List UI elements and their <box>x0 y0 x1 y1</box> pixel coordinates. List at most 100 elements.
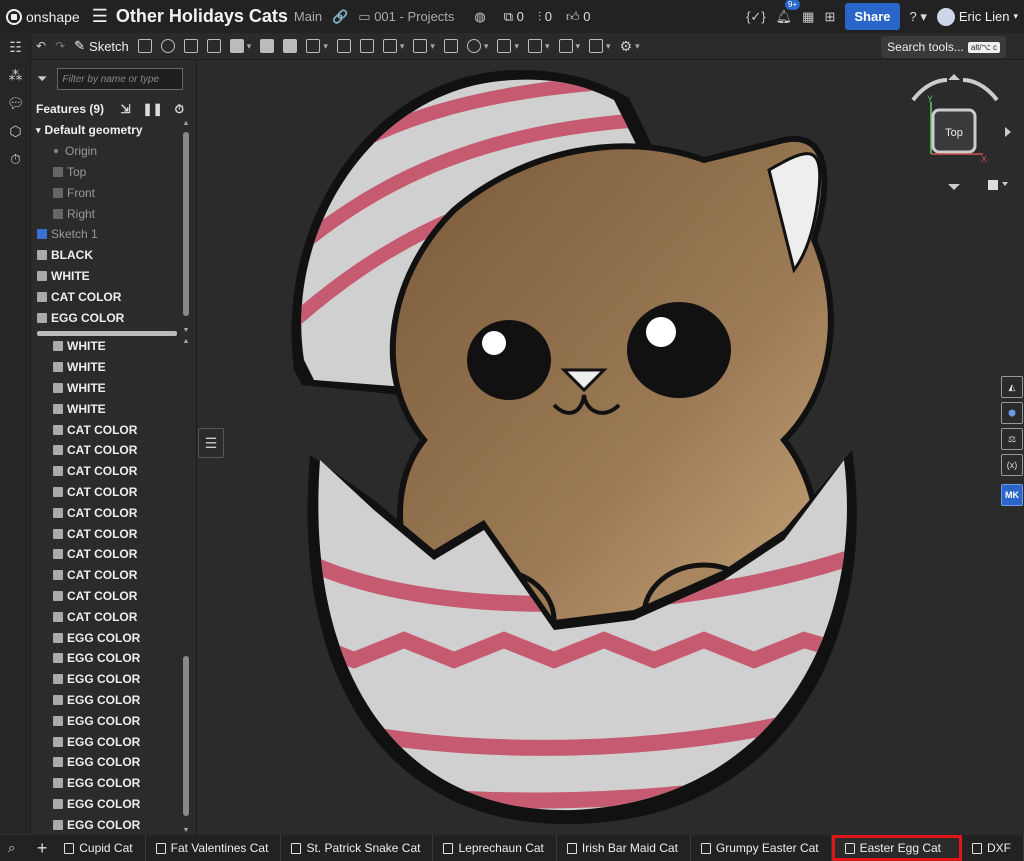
scroll-thumb[interactable] <box>183 132 189 316</box>
branch-label[interactable]: Main <box>294 9 322 24</box>
chevron-down-icon[interactable]: ▾ <box>545 41 550 52</box>
variable-icon[interactable] <box>589 39 604 53</box>
parts-icon[interactable]: ⬡ <box>0 117 31 145</box>
insert-icon[interactable]: ⁂ <box>0 61 31 89</box>
thicken-icon[interactable] <box>229 39 244 53</box>
folder-breadcrumb[interactable]: ▭ 001 - Projects <box>358 9 454 25</box>
gear-icon[interactable]: ⚙ <box>620 38 633 55</box>
chevron-down-icon[interactable]: ▾ <box>323 41 328 52</box>
parts-icon[interactable]: ⬢ <box>1001 402 1023 424</box>
view-cube[interactable]: Top Y X <box>905 72 1019 196</box>
rotate-right-arrow-icon[interactable] <box>1005 127 1011 137</box>
grid-icon[interactable]: ⊞ <box>824 9 835 25</box>
filter-input[interactable] <box>57 68 184 90</box>
chevron-down-icon[interactable]: ▾ <box>606 41 611 52</box>
scroll-down-icon[interactable]: ▼ <box>182 327 190 334</box>
origin-item[interactable]: Origin <box>31 141 181 162</box>
chevron-down-icon[interactable]: ▾ <box>430 41 435 52</box>
scroll-up-icon[interactable]: ▲ <box>182 338 190 345</box>
hamburger-menu-icon[interactable]: ☰ <box>92 6 108 27</box>
share-button[interactable]: Share <box>845 3 900 30</box>
mirror-icon[interactable] <box>443 39 458 53</box>
transform-icon[interactable] <box>497 39 512 53</box>
feature-item-white[interactable]: WHITE <box>31 266 181 287</box>
history-icon[interactable]: ⏱︎ <box>0 145 31 173</box>
app-store-icon[interactable]: ▦ <box>802 9 814 25</box>
part-item[interactable]: CAT COLOR <box>31 419 181 440</box>
tab-leprechaun-cat[interactable]: Leprechaun Cat <box>433 835 557 861</box>
boolean-icon[interactable] <box>466 39 481 53</box>
parts-scrollbar[interactable]: ▲ ▼ <box>182 338 190 834</box>
right-plane-item[interactable]: Right <box>31 203 181 224</box>
sheet-metal-icon[interactable] <box>382 39 397 53</box>
fillet-icon[interactable] <box>260 39 275 53</box>
tab-st-patrick-snake-cat[interactable]: St. Patrick Snake Cat <box>281 835 434 861</box>
default-geometry-group[interactable]: ▾ Default geometry <box>31 120 181 141</box>
part-item[interactable]: EGG COLOR <box>31 690 181 711</box>
timer-icon[interactable]: ⏱︎ <box>175 102 184 117</box>
rotate-down-icon[interactable] <box>948 184 960 190</box>
notifications-button[interactable]: 9+ 🔔︎ <box>776 0 801 25</box>
part-item[interactable]: EGG COLOR <box>31 627 181 648</box>
revolve-icon[interactable] <box>160 39 175 53</box>
chevron-down-icon[interactable]: ▾ <box>247 41 252 52</box>
document-title[interactable]: Other Holidays Cats <box>116 6 288 27</box>
help-button[interactable]: ? ▾ <box>910 9 927 25</box>
chevron-down-icon[interactable]: ▾ <box>576 41 581 52</box>
chevron-down-icon[interactable]: ▾ <box>635 41 640 52</box>
appearance-icon[interactable]: ◭ <box>1001 376 1023 398</box>
part-item[interactable]: CAT COLOR <box>31 440 181 461</box>
part-item[interactable]: WHITE <box>31 378 181 399</box>
redo-icon[interactable]: ↷ <box>55 39 65 53</box>
chevron-down-icon[interactable]: ▾ <box>514 41 519 52</box>
link-icon[interactable]: 🔗 <box>332 9 348 25</box>
part-item[interactable]: CAT COLOR <box>31 606 181 627</box>
view-options-icon[interactable] <box>988 180 998 190</box>
tab-cupid-cat[interactable]: Cupid Cat <box>54 835 146 861</box>
part-item[interactable]: EGG COLOR <box>31 648 181 669</box>
tab-irish-bar-maid-cat[interactable]: Irish Bar Maid Cat <box>557 835 691 861</box>
panel-toggle-button[interactable]: ☰ <box>198 428 224 458</box>
part-item[interactable]: WHITE <box>31 398 181 419</box>
part-item[interactable]: CAT COLOR <box>31 502 181 523</box>
user-menu[interactable]: Eric Lien ▾ <box>936 7 1018 26</box>
mate-connector-icon[interactable] <box>558 39 573 53</box>
featurescript-icon[interactable]: {✓} <box>746 9 766 25</box>
variables-icon[interactable]: (x) <box>1001 454 1023 476</box>
part-item[interactable]: EGG COLOR <box>31 794 181 815</box>
part-item[interactable]: EGG COLOR <box>31 669 181 690</box>
plane-icon[interactable] <box>527 39 542 53</box>
part-item[interactable]: EGG COLOR <box>31 773 181 794</box>
chevron-down-icon[interactable]: ▾ <box>400 41 405 52</box>
hole-icon[interactable] <box>359 39 374 53</box>
part-item[interactable]: EGG COLOR <box>31 731 181 752</box>
pause-icon[interactable]: ❚❚ <box>143 102 163 117</box>
feature-list-icon[interactable]: ☷ <box>0 33 31 61</box>
part-item[interactable]: CAT COLOR <box>31 523 181 544</box>
front-plane-item[interactable]: Front <box>31 182 181 203</box>
part-item[interactable]: EGG COLOR <box>31 752 181 773</box>
loft-icon[interactable] <box>206 39 221 53</box>
part-item[interactable]: CAT COLOR <box>31 482 181 503</box>
sketch-button[interactable]: ✎ Sketch <box>74 38 129 54</box>
search-tools-button[interactable]: Search tools... alt/⌥ c <box>881 36 1006 58</box>
tab-search-icon[interactable]: ⌕ <box>8 840 15 856</box>
feature-item-egg-color[interactable]: EGG COLOR <box>31 307 181 328</box>
scroll-down-icon[interactable]: ▼ <box>182 827 190 834</box>
part-item[interactable]: CAT COLOR <box>31 544 181 565</box>
scroll-up-icon[interactable]: ▲ <box>182 120 190 127</box>
extrude-icon[interactable] <box>137 39 152 53</box>
add-tab-button[interactable]: + <box>30 838 54 859</box>
rotate-right-icon[interactable] <box>962 78 999 102</box>
mass-properties-icon[interactable]: ⚖ <box>1001 428 1023 450</box>
undo-icon[interactable]: ↶ <box>36 39 46 53</box>
tab-easter-egg-cat[interactable]: Easter Egg Cat <box>831 835 962 861</box>
chamfer-icon[interactable] <box>283 39 298 53</box>
branches-count[interactable]: ⫶ 0 <box>538 9 552 25</box>
feature-tree-scrollbar[interactable]: ▲ ▼ <box>182 120 190 334</box>
chevron-down-icon[interactable]: ▾ <box>484 41 489 52</box>
chevron-down-icon[interactable] <box>1002 182 1008 186</box>
top-plane-item[interactable]: Top <box>31 162 181 183</box>
likes-count[interactable]: 👍︎ 0 <box>566 9 590 25</box>
tab-fat-valentines-cat[interactable]: Fat Valentines Cat <box>146 835 282 861</box>
